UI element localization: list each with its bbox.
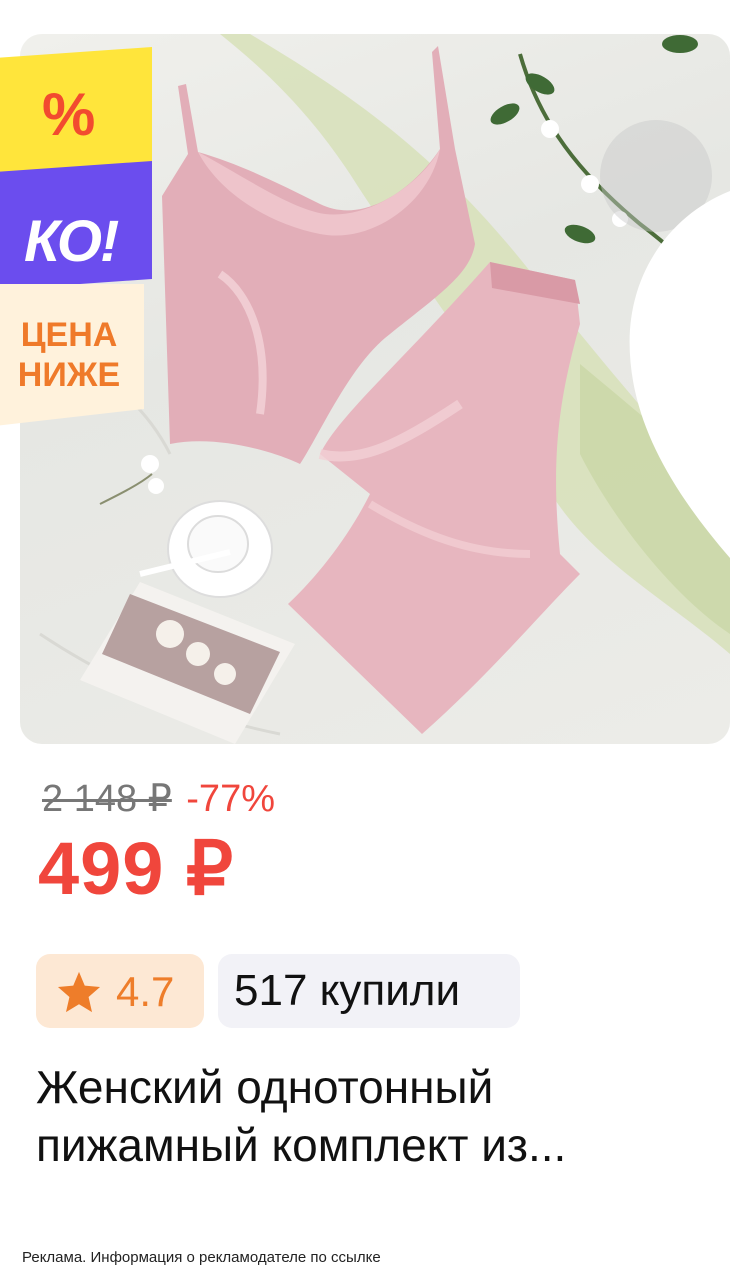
purchases-count: 517 купили — [234, 966, 461, 1015]
old-price-row: 2 148 ₽ -77% — [42, 776, 275, 820]
promo-line-1: ЦЕНА — [20, 316, 118, 354]
promo-ko-text: КО! — [24, 209, 119, 274]
promo-percent-text: % — [42, 81, 95, 148]
promo-badge: % КО! ЦЕНА НИЖЕ — [0, 46, 152, 426]
rating-value: 4.7 — [116, 968, 175, 1015]
product-card[interactable]: % КО! ЦЕНА НИЖЕ 2 148 ₽ -77% 499 ₽ 4.7 5… — [0, 0, 753, 1280]
heart-icon — [629, 191, 730, 559]
product-title[interactable]: Женский однотонный пижамный комплект из.… — [36, 1058, 726, 1174]
ad-disclaimer[interactable]: Реклама. Информация о рекламодателе по с… — [22, 1249, 381, 1266]
purchases-badge: 517 купили — [218, 954, 520, 1028]
promo-line-2: НИЖЕ — [17, 356, 121, 394]
favorite-button[interactable] — [600, 120, 730, 559]
promo-price-block — [0, 284, 144, 426]
discount-percent: -77% — [186, 778, 275, 820]
old-price: 2 148 ₽ — [42, 778, 172, 820]
rating-badge: 4.7 — [36, 954, 204, 1028]
star-icon — [57, 971, 101, 1013]
current-price: 499 ₽ — [38, 827, 235, 910]
